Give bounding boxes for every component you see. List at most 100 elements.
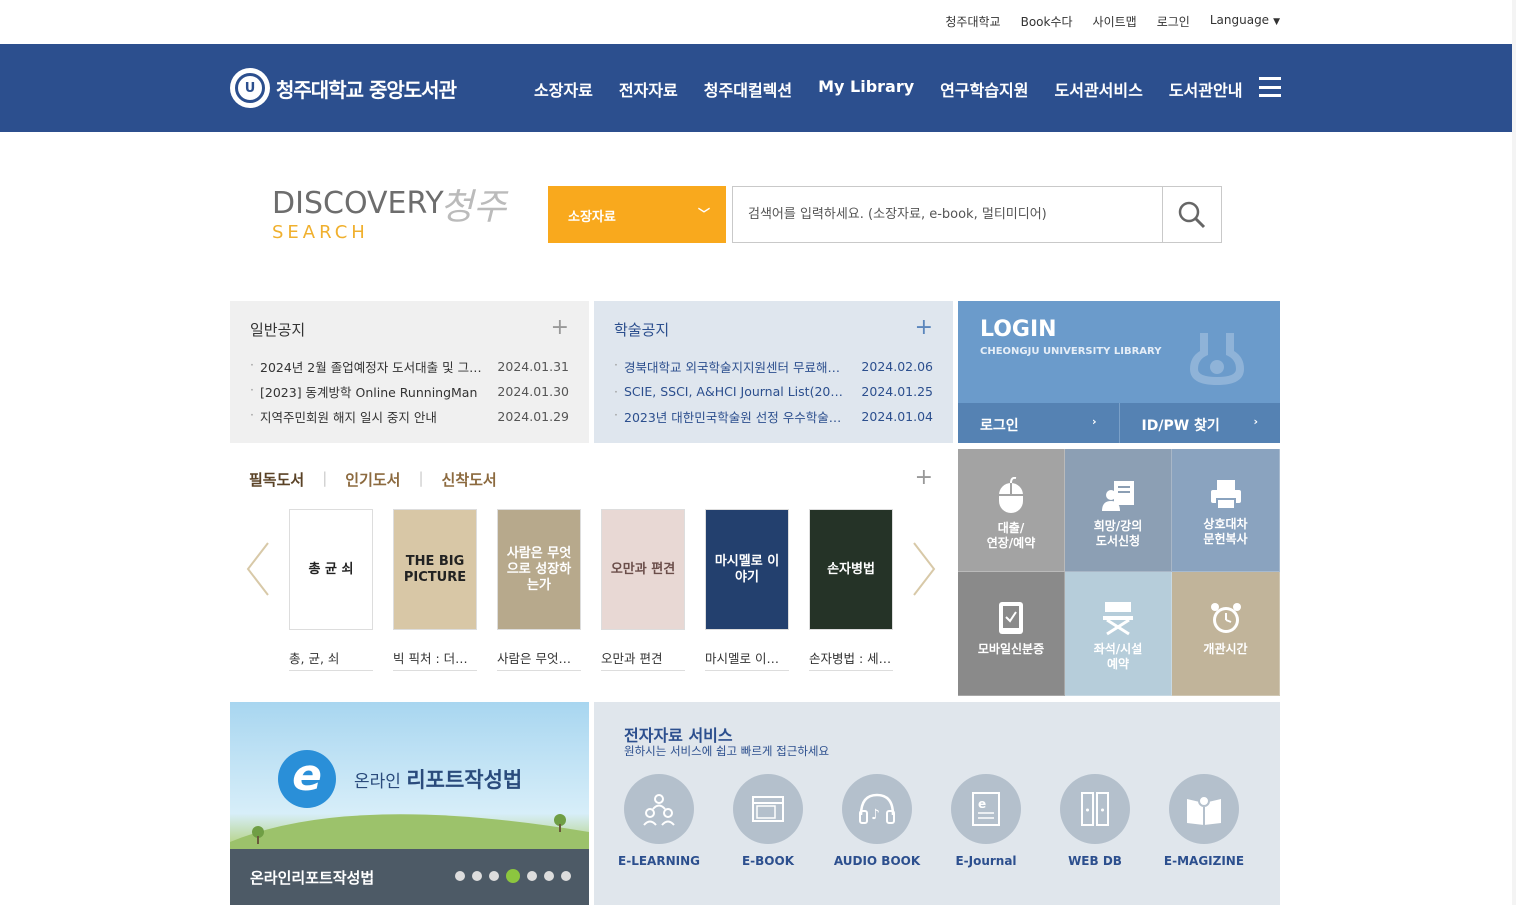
nav-item-library-services[interactable]: 도서관서비스: [1055, 77, 1143, 101]
promo-banner[interactable]: e 온라인 리포트작성법 온라인리포트작성법: [230, 702, 589, 905]
pagination-dot[interactable]: [455, 871, 465, 881]
notice-row[interactable]: 경북대학교 외국학술지지원센터 무료해외학술지 서비스 안내 2024.02.06: [614, 354, 933, 379]
e-service-item[interactable]: E-LEARNING: [618, 774, 700, 868]
book-item[interactable]: 오만과 편견 오만과 편견: [601, 509, 685, 671]
quick-tile[interactable]: 희망/강의 도서신청: [1065, 449, 1172, 572]
book-title[interactable]: 오만과 편견: [601, 648, 685, 671]
notice-title[interactable]: 2023년 대한민국학술원 선정 우수학술도서 안내: [614, 407, 846, 426]
tab-new-arrivals[interactable]: 신착도서: [442, 469, 497, 490]
banner-pagination: [455, 869, 571, 883]
notice-title[interactable]: 2024년 2월 졸업예정자 도서대출 및 그룹스터디실 이용 안내: [250, 357, 482, 376]
mobile-icon: [958, 600, 1064, 636]
pagination-dot[interactable]: [489, 871, 499, 881]
more-plus-icon[interactable]: +: [915, 465, 933, 490]
book-title[interactable]: 손자병법 : 세상을 읽는 지혜: [809, 648, 893, 671]
search-button[interactable]: [1162, 186, 1222, 243]
e-logo-icon: e: [278, 750, 336, 808]
login-button[interactable]: 로그인 ›: [958, 403, 1119, 443]
library-logo[interactable]: U 청주대학교 중앙도서관: [230, 68, 457, 108]
banner-emphasis: 리포트작성법: [406, 768, 523, 792]
book-title[interactable]: 사람은 무엇으로 성장하는가: [497, 648, 581, 671]
pagination-dot[interactable]: [506, 869, 520, 883]
tab-divider: |: [322, 469, 328, 487]
headphones-icon[interactable]: ♪: [842, 774, 912, 844]
book-cover[interactable]: THE BIG PICTURE: [393, 509, 477, 630]
book-cover[interactable]: 손자병법: [809, 509, 893, 630]
tab-popular[interactable]: 인기도서: [345, 469, 400, 490]
login-subtitle: CHEONGJU UNIVERSITY LIBRARY: [980, 346, 1162, 357]
e-service-item[interactable]: e E-Journal: [951, 774, 1021, 868]
chevron-left-icon[interactable]: [246, 541, 270, 597]
quick-tile[interactable]: 모바일신분증: [958, 572, 1065, 696]
language-dropdown[interactable]: Language ▼: [1210, 13, 1280, 30]
chair-icon: [1065, 600, 1171, 636]
book-cover-text: 총 균 쇠: [308, 561, 354, 577]
webdb-icon[interactable]: [1060, 774, 1130, 844]
tile-label: 상호대차 문헌복사: [1203, 517, 1248, 546]
book-item[interactable]: 사람은 무엇으로 성장하는가사람은 무엇으로 성장하는가: [497, 509, 581, 671]
util-link-sitemap[interactable]: 사이트맵: [1093, 13, 1137, 30]
book-title[interactable]: 총, 균, 쇠: [289, 648, 373, 671]
util-link-booksuda[interactable]: Book수다: [1021, 13, 1073, 30]
tile-label: 대출/ 연장/예약: [986, 521, 1036, 550]
pagination-dot[interactable]: [544, 871, 554, 881]
notice-row[interactable]: 지역주민회원 해지 일시 중지 안내 2024.01.29: [250, 404, 569, 429]
scrollbar[interactable]: [1512, 0, 1516, 905]
quick-tile[interactable]: 개관시간: [1172, 572, 1280, 696]
e-service-item[interactable]: WEB DB: [1060, 774, 1130, 868]
search-input[interactable]: [732, 186, 1163, 243]
quick-tile[interactable]: 대출/ 연장/예약: [958, 449, 1065, 572]
more-plus-icon[interactable]: +: [915, 315, 933, 340]
book-cover-text: THE BIG PICTURE: [403, 553, 467, 585]
util-link-university[interactable]: 청주대학교: [945, 13, 1000, 30]
notice-title[interactable]: [2023] 동계방학 Online RunningMan: [250, 382, 482, 401]
book-cover[interactable]: 오만과 편견: [601, 509, 685, 630]
notice-title[interactable]: SCIE, SSCI, A&HCI Journal List(2024): [614, 384, 846, 399]
book-cover[interactable]: 총 균 쇠: [289, 509, 373, 630]
notice-row[interactable]: 2024년 2월 졸업예정자 도서대출 및 그룹스터디실 이용 안내 2024.0…: [250, 354, 569, 379]
nav-item-library-guide[interactable]: 도서관안내: [1169, 77, 1243, 101]
nav-item-collection[interactable]: 청주대컬렉션: [704, 77, 792, 101]
pagination-dot[interactable]: [472, 871, 482, 881]
journal-icon[interactable]: e: [951, 774, 1021, 844]
tab-must-read[interactable]: 필독도서: [249, 469, 304, 490]
book-item[interactable]: 총 균 쇠총, 균, 쇠: [289, 509, 373, 671]
book-cover-text: 오만과 편견: [610, 561, 676, 577]
e-service-label: E-MAGIZINE: [1163, 854, 1245, 868]
notice-row[interactable]: SCIE, SSCI, A&HCI Journal List(2024) 2024…: [614, 379, 933, 404]
discovery-search-logo: DISCOVERY 청주 SEARCH: [272, 178, 512, 248]
ebook-icon[interactable]: [733, 774, 803, 844]
magazine-icon[interactable]: [1169, 774, 1239, 844]
book-item[interactable]: 손자병법손자병법 : 세상을 읽는 지혜: [809, 509, 893, 671]
book-cover[interactable]: 사람은 무엇으로 성장하는가: [497, 509, 581, 630]
nav-item-e-resources[interactable]: 전자자료: [619, 77, 678, 101]
book-item[interactable]: THE BIG PICTURE 빅 픽처 : 더글라스 케네디 장편소설: [393, 509, 477, 671]
util-link-login[interactable]: 로그인: [1157, 13, 1190, 30]
search-category-select[interactable]: 소장자료 ﹀: [548, 186, 726, 243]
banner-caption: 온라인리포트작성법: [250, 869, 375, 887]
book-title[interactable]: 마시멜로 이야기: [705, 648, 789, 671]
quick-tile[interactable]: 좌석/시설 예약: [1065, 572, 1172, 696]
nav-item-holdings[interactable]: 소장자료: [534, 77, 593, 101]
nav-item-research-support[interactable]: 연구학습지원: [940, 77, 1028, 101]
chevron-right-icon[interactable]: [912, 541, 936, 597]
more-plus-icon[interactable]: +: [551, 315, 569, 340]
menu-icon[interactable]: [1259, 77, 1281, 97]
e-service-item[interactable]: E-BOOK: [733, 774, 803, 868]
notice-row[interactable]: [2023] 동계방학 Online RunningMan 2024.01.30: [250, 379, 569, 404]
notice-row[interactable]: 2023년 대한민국학술원 선정 우수학술도서 안내 2024.01.04: [614, 404, 933, 429]
pagination-dot[interactable]: [527, 871, 537, 881]
find-id-pw-button[interactable]: ID/PW 찾기 ›: [1118, 403, 1281, 443]
book-title[interactable]: 빅 픽처 : 더글라스 케네디 장편소설: [393, 648, 477, 671]
pagination-dot[interactable]: [561, 871, 571, 881]
notice-title[interactable]: 지역주민회원 해지 일시 중지 안내: [250, 407, 482, 426]
book-cover[interactable]: 마시멜로 이야기: [705, 509, 789, 630]
e-service-label: E-LEARNING: [618, 854, 700, 868]
nav-item-my-library[interactable]: My Library: [818, 77, 914, 101]
elearning-icon[interactable]: [624, 774, 694, 844]
book-item[interactable]: 마시멜로 이야기 마시멜로 이야기: [705, 509, 789, 671]
quick-tile[interactable]: 상호대차 문헌복사: [1172, 449, 1280, 572]
notice-title[interactable]: 경북대학교 외국학술지지원센터 무료해외학술지 서비스 안내: [614, 357, 846, 376]
e-service-item[interactable]: E-MAGIZINE: [1164, 774, 1244, 868]
e-service-item[interactable]: ♪ AUDIO BOOK: [834, 774, 920, 868]
